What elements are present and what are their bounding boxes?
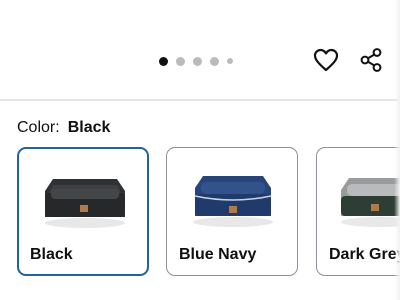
section-divider bbox=[0, 99, 400, 101]
product-detail-page: Color: Black Black Blue Navy Dark Grey bbox=[0, 0, 400, 300]
variation-label-key: Color: bbox=[17, 119, 60, 136]
carousel-dot[interactable] bbox=[227, 58, 233, 64]
share-button[interactable] bbox=[357, 46, 385, 74]
carousel-dot[interactable] bbox=[193, 56, 202, 66]
product-image-black bbox=[45, 179, 125, 228]
heart-icon bbox=[313, 48, 339, 72]
image-carousel-dots bbox=[159, 56, 241, 66]
carousel-dot[interactable] bbox=[159, 56, 168, 66]
color-swatch-black[interactable]: Black bbox=[17, 147, 149, 276]
color-swatch-dark-grey[interactable]: Dark Grey bbox=[316, 147, 400, 276]
variation-label: Color: Black bbox=[17, 118, 110, 138]
product-image-dark-grey bbox=[341, 178, 400, 227]
color-swatch-blue-navy[interactable]: Blue Navy bbox=[166, 147, 298, 276]
favorite-button[interactable] bbox=[312, 46, 340, 74]
variation-selected-value: Black bbox=[67, 119, 111, 136]
swatch-label: Black bbox=[30, 246, 73, 263]
scroll-edge-shadow bbox=[394, 0, 400, 300]
swatch-label: Dark Grey bbox=[329, 246, 400, 263]
carousel-dot[interactable] bbox=[176, 56, 185, 66]
carousel-dot[interactable] bbox=[210, 56, 219, 66]
product-image-blue-navy bbox=[193, 176, 273, 227]
swatch-label: Blue Navy bbox=[179, 246, 257, 263]
share-icon bbox=[360, 48, 382, 72]
